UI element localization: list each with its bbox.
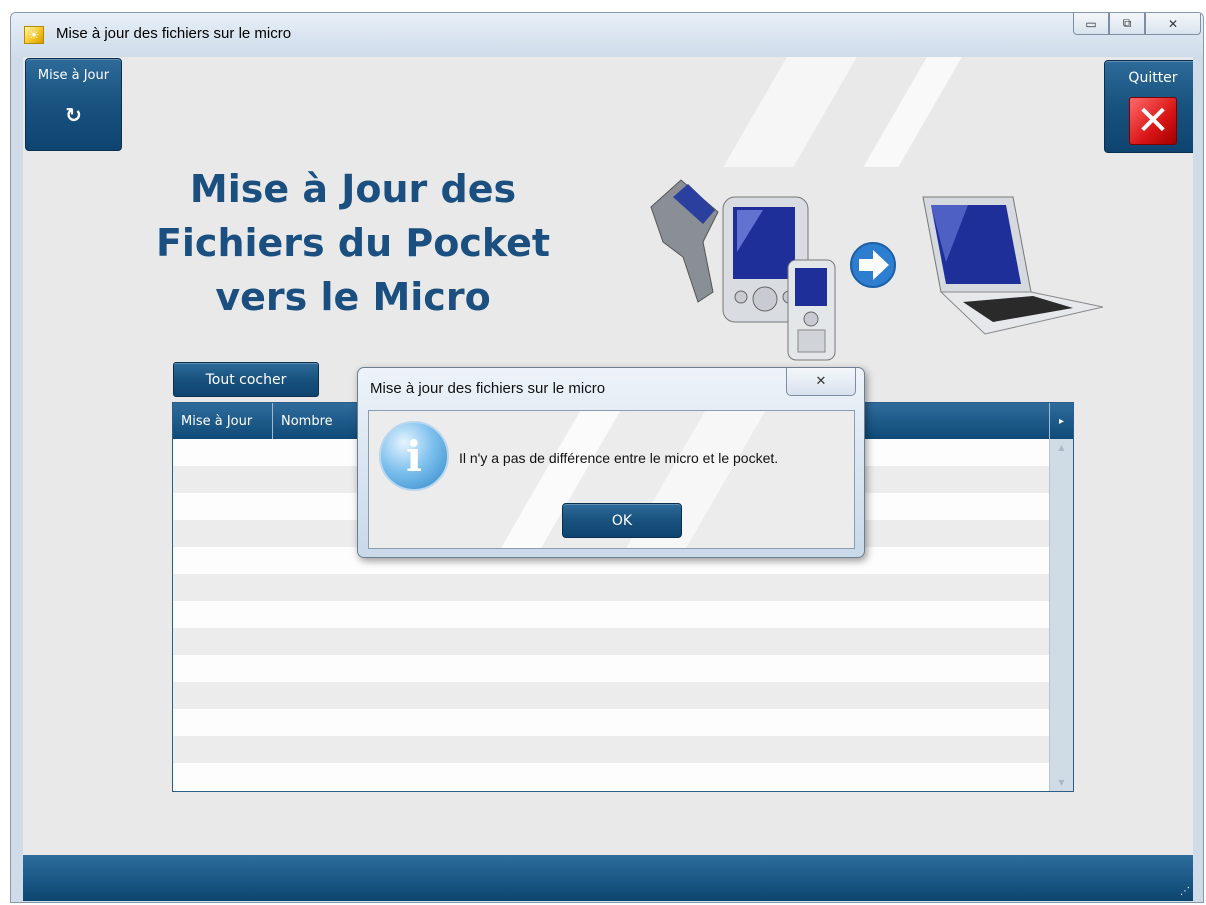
dialog-title[interactable]: Mise à jour des fichiers sur le micro: [370, 380, 605, 397]
table-row: [173, 628, 1049, 655]
page-title-line: Fichiers du Pocket: [155, 221, 551, 265]
quit-button-label: Quitter: [1128, 70, 1178, 86]
ok-button-label: OK: [611, 512, 633, 529]
dialog-close-button[interactable]: ✕: [786, 368, 856, 396]
info-icon: i: [379, 421, 449, 491]
check-all-button[interactable]: Tout cocher: [173, 362, 319, 397]
laptop-icon: [922, 196, 1103, 335]
table-row: [173, 601, 1049, 628]
update-button-label: Mise à Jour: [37, 68, 110, 83]
sun-icon: ☀: [24, 26, 44, 44]
close-icon: ✕: [815, 374, 827, 389]
ok-button[interactable]: OK: [562, 503, 682, 538]
message-dialog: Mise à jour des fichiers sur le micro ✕ …: [357, 367, 865, 558]
page-title: Mise à Jour des Fichiers du Pocket vers …: [153, 162, 553, 324]
background-streak: [723, 57, 863, 167]
dialog-message: Il n'y a pas de différence entre le micr…: [459, 450, 779, 466]
vertical-scrollbar[interactable]: ▲ ▼: [1049, 439, 1073, 791]
arrow-right-icon: [850, 242, 896, 288]
caption-buttons: ▭ ⧉ ✕: [1073, 13, 1201, 35]
quit-button[interactable]: Quitter ✕: [1104, 60, 1193, 153]
status-bar: ⋰: [23, 855, 1193, 901]
title-bar[interactable]: ☀ Mise à jour des fichiers sur le micro …: [11, 13, 1203, 57]
minimize-icon: ▭: [1085, 16, 1097, 31]
minimize-button[interactable]: ▭: [1073, 13, 1109, 35]
scroll-right-button[interactable]: ▸: [1049, 403, 1073, 439]
window-title: Mise à jour des fichiers sur le micro: [56, 25, 292, 42]
scroll-down-icon[interactable]: ▼: [1050, 778, 1073, 787]
table-row: [173, 574, 1049, 601]
scroll-up-icon[interactable]: ▲: [1050, 443, 1073, 452]
table-row: [173, 736, 1049, 763]
barcode-scanner-icon: [650, 179, 719, 303]
refresh-icon: ↻: [65, 103, 82, 127]
mobile-phone-icon: [787, 259, 836, 361]
table-row: [173, 763, 1049, 790]
page-title-line: vers le Micro: [215, 275, 491, 319]
table-row: [173, 709, 1049, 736]
update-button[interactable]: Mise à Jour ↻: [25, 58, 122, 151]
resize-grip-icon[interactable]: ⋰: [1180, 886, 1190, 897]
maximize-button[interactable]: ⧉: [1109, 13, 1145, 35]
check-all-label: Tout cocher: [205, 371, 287, 388]
dialog-body: i Il n'y a pas de différence entre le mi…: [368, 410, 855, 549]
column-header-update[interactable]: Mise à Jour: [173, 403, 273, 439]
close-icon: ✕: [1167, 16, 1179, 31]
background-streak: [863, 57, 968, 167]
page-title-line: Mise à Jour des: [189, 167, 517, 211]
table-row: [173, 655, 1049, 682]
close-x-icon: ✕: [1129, 97, 1177, 145]
table-row: [173, 682, 1049, 709]
chevron-right-icon: ▸: [1058, 415, 1065, 427]
maximize-icon: ⧉: [1122, 16, 1132, 30]
pocket-to-laptop-sync-illustration: [650, 179, 1103, 361]
close-window-button[interactable]: ✕: [1145, 13, 1201, 35]
column-header-count[interactable]: Nombre: [273, 403, 359, 439]
